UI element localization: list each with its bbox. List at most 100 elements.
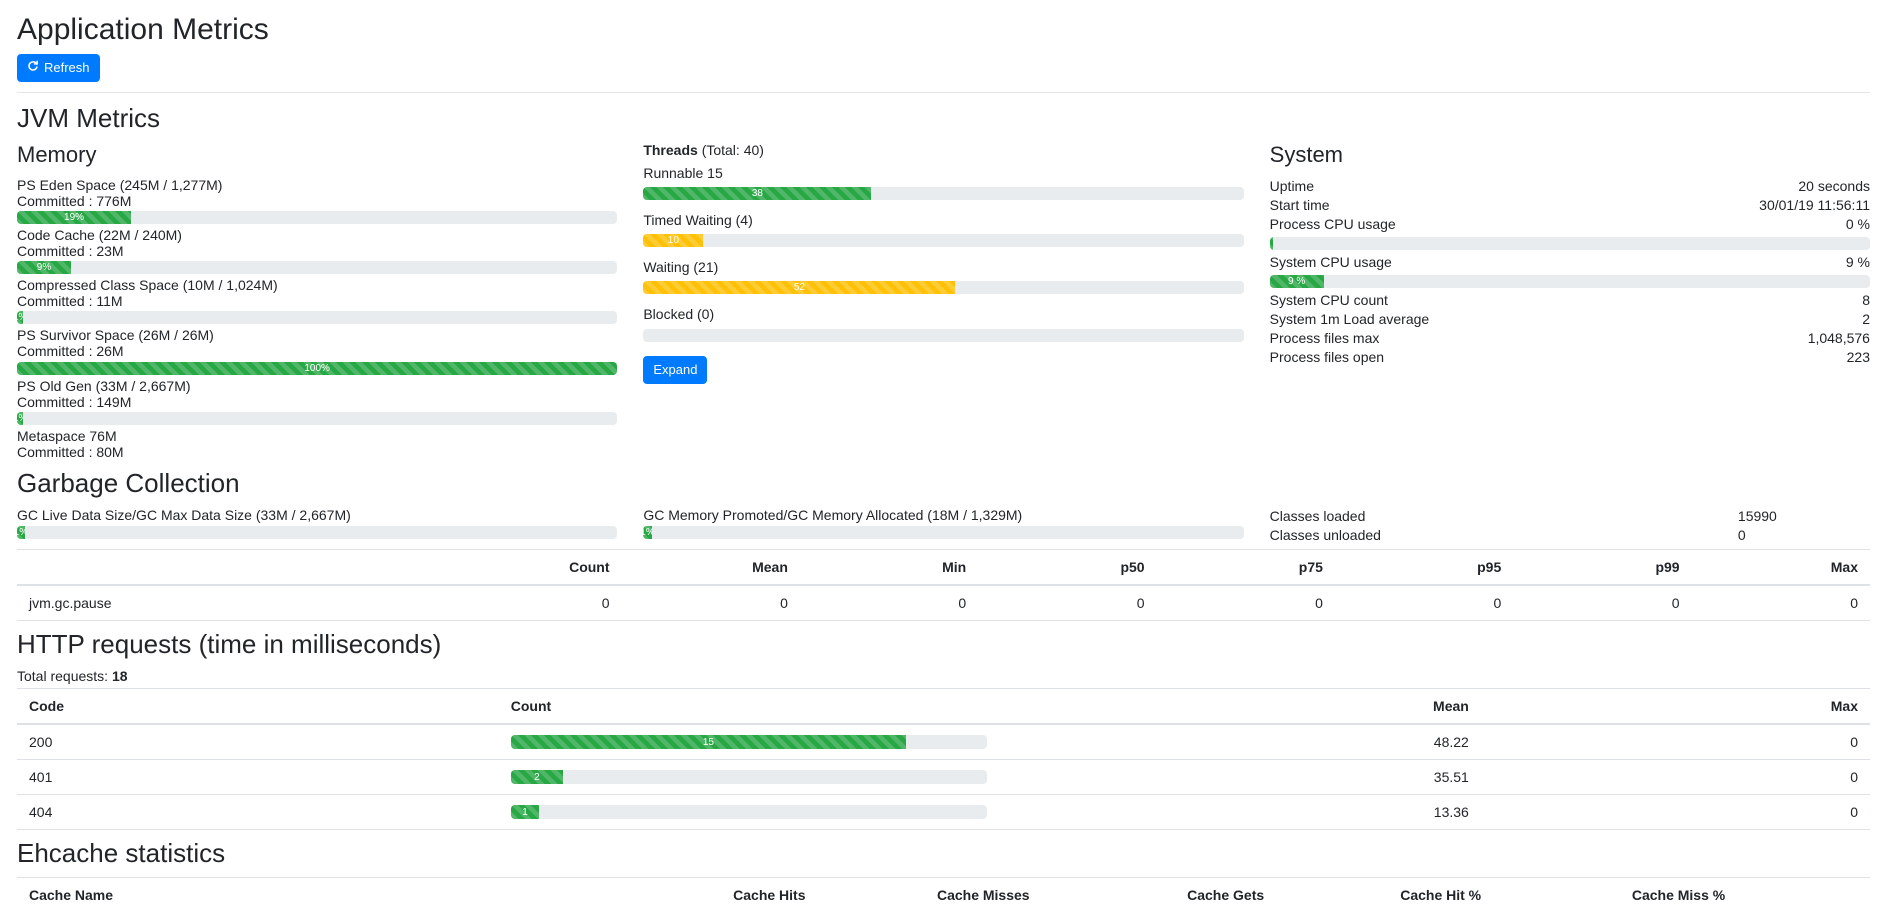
progress-track [1270,237,1870,250]
classes-loaded-row: Classes loaded 15990 [1270,507,1870,526]
thread-state-label: Runnable 15 [643,165,1243,181]
progress-bar: 2 [511,770,563,784]
memory-pool-committed: Committed : 23M [17,243,617,259]
expand-button[interactable]: Expand [643,356,707,384]
gc-column-header: Mean [622,550,800,586]
thread-state-label: Timed Waiting (4) [643,212,1243,228]
refresh-button[interactable]: Refresh [17,54,100,82]
progress-track: 52 [643,281,1243,294]
ehcache-table-head: Cache NameCache HitsCache MissesCache Ge… [17,878,1870,909]
memory-pool-committed: Committed : 26M [17,343,617,359]
ehcache-column-header: Cache Gets [1175,878,1388,909]
system-column: System Uptime20 secondsStart time30/01/1… [1270,142,1870,460]
gc-column-header [17,550,443,586]
progress-track: 100% [17,362,617,375]
page-title: Application Metrics [17,12,1870,48]
progress-bar: 9 % [1270,275,1324,288]
progress-bar: 10 [643,234,703,247]
gc-metric-value: 0 [1335,585,1513,621]
system-row-label: Process files max [1270,329,1380,348]
header-divider [17,92,1870,93]
thread-state: Blocked (0) [643,306,1243,341]
ehcache-heading: Ehcache statistics [17,838,1870,869]
gc-metric-name: jvm.gc.pause [17,585,443,621]
progress-track: 1% [17,526,617,539]
refresh-icon [27,59,39,77]
gc-metric-value: 0 [622,585,800,621]
progress-track: 9% [17,261,617,274]
system-row-label: System CPU count [1270,291,1388,310]
gc-column-header: Max [1692,550,1870,586]
http-column-header: Mean [999,689,1481,725]
system-row-value: 1,048,576 [1808,329,1870,348]
http-requests-heading: HTTP requests (time in milliseconds) [17,629,1870,660]
gc-table-head: CountMeanMinp50p75p95p99Max [17,550,1870,586]
memory-pool-committed: Committed : 149M [17,394,617,410]
memory-pool-label: PS Survivor Space (26M / 26M) [17,327,617,343]
gc-column-header: Min [800,550,978,586]
gc-live-data-block: GC Live Data Size/GC Max Data Size (33M … [17,507,617,545]
system-heading: System [1270,142,1870,168]
thread-state: Runnable 1538 [643,165,1243,200]
system-row: System 1m Load average2 [1270,310,1870,329]
http-code: 404 [17,795,499,830]
classes-unloaded-row: Classes unloaded 0 [1270,526,1870,545]
http-count-cell: 1 [499,795,999,830]
progress-bar: 1% [17,412,23,425]
classes-loaded-label: Classes loaded [1270,507,1738,526]
http-mean: 48.22 [999,724,1481,760]
memory-pool-label: PS Old Gen (33M / 2,667M) [17,378,617,394]
ehcache-column-header: Cache Name [17,878,721,909]
system-row: Process files max 1,048,576 [1270,329,1870,348]
memory-column: Memory PS Eden Space (245M / 1,277M) Comm… [17,142,617,460]
http-code: 401 [17,760,499,795]
ehcache-statistics-table: Cache NameCache HitsCache MissesCache Ge… [17,877,1870,909]
gc-heading: Garbage Collection [17,468,1870,499]
ehcache-column-header: Cache Miss % [1620,878,1870,909]
gc-classes-block: Classes loaded 15990 Classes unloaded 0 [1270,507,1870,545]
classes-loaded-value: 15990 [1738,507,1870,526]
total-requests: Total requests: 18 [17,668,1870,684]
system-row-label: Uptime [1270,177,1314,196]
system-row: System CPU count 8 [1270,291,1870,310]
jvm-metrics-heading: JVM Metrics [17,103,1870,134]
memory-pool: PS Old Gen (33M / 2,667M)Committed : 149… [17,378,617,425]
gc-column-header: p75 [1157,550,1335,586]
gc-metric-value: 0 [1157,585,1335,621]
gc-promoted-block: GC Memory Promoted/GC Memory Allocated (… [643,507,1243,545]
progress-track: 1% [17,311,617,324]
memory-heading: Memory [17,142,617,168]
http-max: 0 [1481,724,1870,760]
classes-unloaded-label: Classes unloaded [1270,526,1738,545]
system-row: Uptime 20 seconds [1270,177,1870,196]
http-code: 200 [17,724,499,760]
classes-unloaded-value: 0 [1738,526,1870,545]
system-row-value: 20 seconds [1798,177,1870,196]
progress-track: 10 [643,234,1243,247]
progress-track: 1 [511,805,987,819]
ehcache-column-header: Cache Hit % [1388,878,1620,909]
system-progress: 9 % [1270,275,1870,288]
memory-pool-label: PS Eden Space (245M / 1,277M) [17,177,617,193]
system-row: Process files open223 [1270,348,1870,367]
gc-metric-value: 0 [978,585,1156,621]
http-mean: 35.51 [999,760,1481,795]
ehcache-column-header: Cache Hits [721,878,925,909]
memory-pool-label: Code Cache (22M / 240M) [17,227,617,243]
http-column-header: Count [499,689,999,725]
threads-title: Threads (Total: 40) [643,142,1243,159]
memory-pool-label: Compressed Class Space (10M / 1,024M) [17,277,617,293]
memory-pool: Compressed Class Space (10M / 1,024M)Com… [17,277,617,324]
gc-table-row: jvm.gc.pause00000000 [17,585,1870,621]
progress-bar: 1% [17,311,23,324]
gc-row: GC Live Data Size/GC Max Data Size (33M … [17,507,1870,545]
application-metrics-page: Application Metrics Refresh JVM Metrics … [0,0,1887,909]
system-row-value: 223 [1847,348,1870,367]
system-row-label: Start time [1270,196,1330,215]
progress-bar: 100% [17,362,617,375]
progress-track: 2 [511,770,987,784]
http-max: 0 [1481,795,1870,830]
gc-column-header: p95 [1335,550,1513,586]
system-row-value: 8 [1862,291,1870,310]
http-table-row: 2001548.220 [17,724,1870,760]
